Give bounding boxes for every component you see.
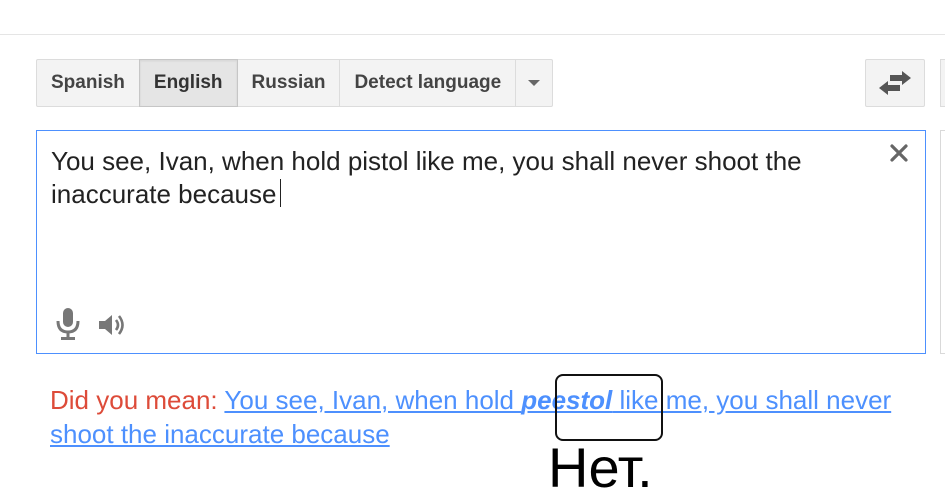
listen-button[interactable]	[97, 311, 127, 339]
language-dropdown-button[interactable]	[515, 59, 554, 107]
header-divider	[0, 34, 945, 35]
chevron-down-icon	[528, 80, 541, 86]
source-text-box[interactable]: You see, Ivan, when hold pistol like me,…	[36, 130, 926, 354]
lang-button-russian[interactable]: Russian	[236, 59, 341, 107]
lang-button-detect[interactable]: Detect language	[339, 59, 517, 107]
source-language-bar: Spanish English Russian Detect language	[36, 59, 554, 107]
annotation-caption: Нет.	[548, 436, 653, 499]
swap-languages-button[interactable]	[865, 59, 925, 107]
swap-languages-icon	[879, 71, 911, 95]
lang-button-spanish[interactable]: Spanish	[36, 59, 140, 107]
suggestion-prefix: Did you mean:	[50, 385, 218, 415]
spelling-suggestion: Did you mean: You see, Ivan, when hold p…	[50, 383, 920, 451]
close-icon	[890, 144, 908, 162]
lang-button-english[interactable]: English	[138, 59, 238, 107]
speaker-icon	[99, 315, 124, 335]
target-language-bar-edge	[940, 59, 945, 107]
source-text-value: You see, Ivan, when hold pistol like me,…	[51, 146, 802, 209]
source-text-input[interactable]: You see, Ivan, when hold pistol like me,…	[51, 145, 881, 211]
highlight-annotation-box	[555, 374, 663, 441]
voice-input-button[interactable]	[55, 307, 81, 341]
clear-text-button[interactable]	[887, 141, 911, 165]
text-cursor	[280, 179, 282, 207]
microphone-icon	[56, 308, 80, 340]
target-box-edge	[940, 130, 945, 354]
suggestion-text-before: You see, Ivan, when hold	[224, 385, 522, 415]
